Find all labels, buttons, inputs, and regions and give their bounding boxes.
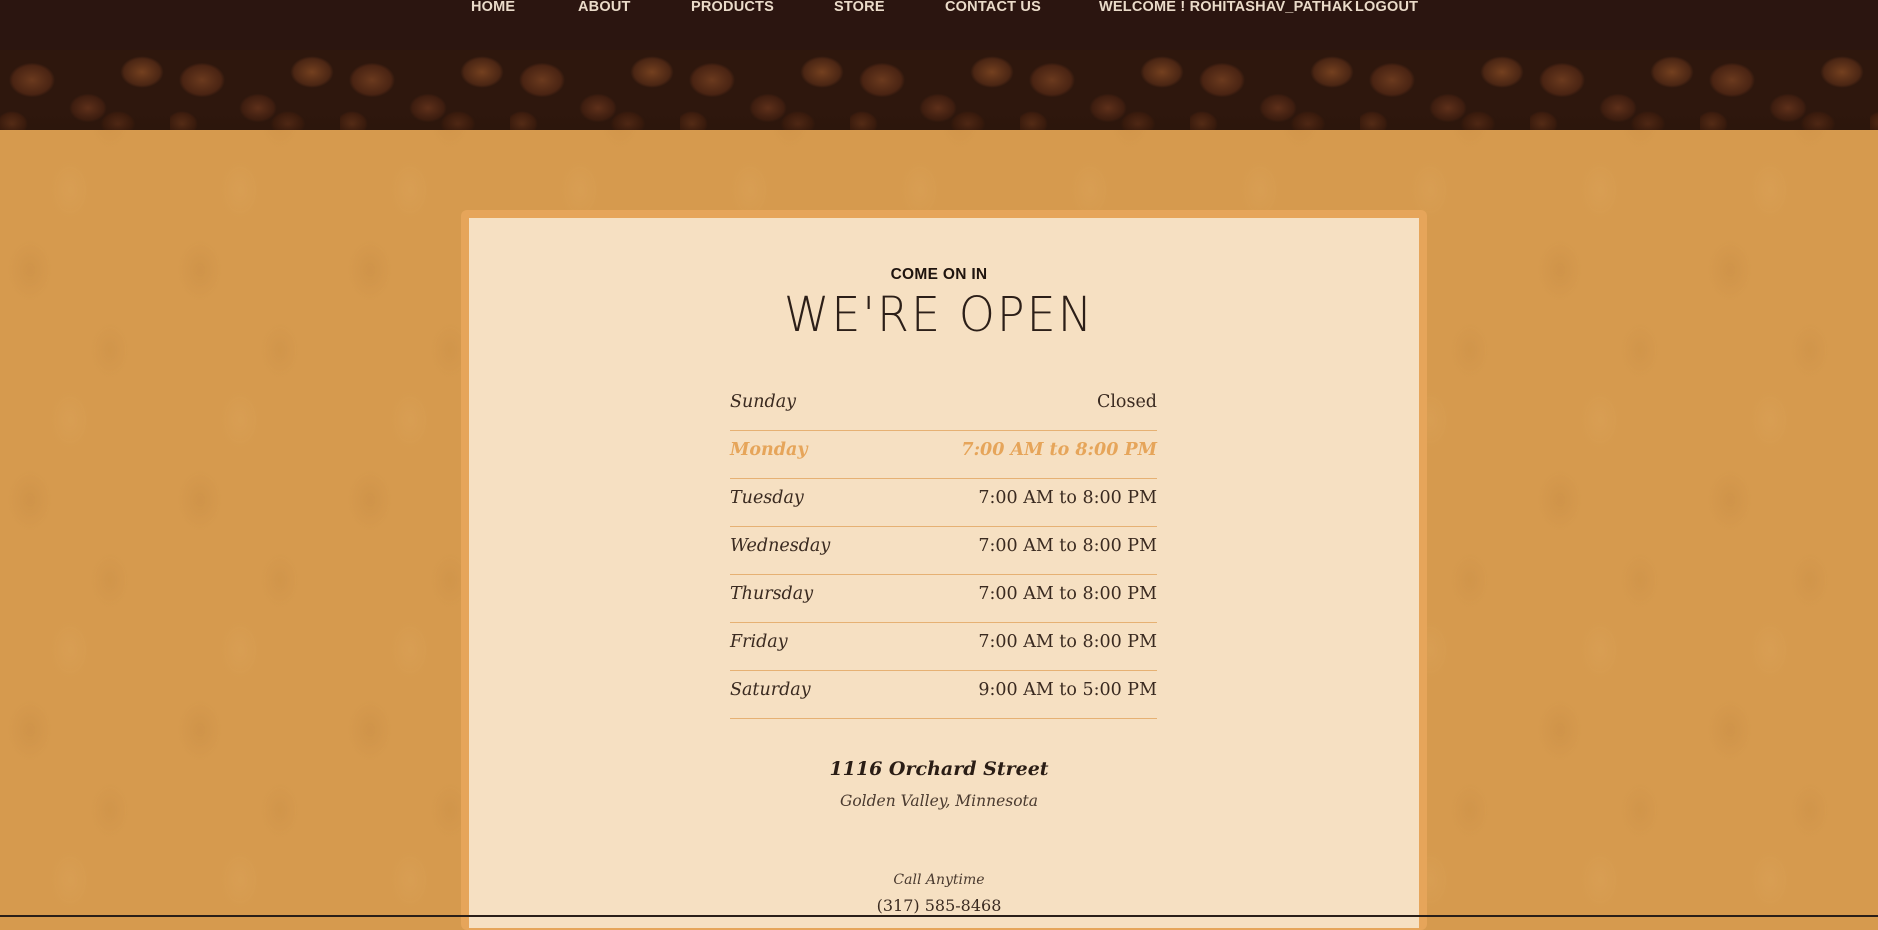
hours-row-saturday: Saturday 9:00 AM to 5:00 PM xyxy=(730,671,1157,719)
hours-day: Sunday xyxy=(730,392,797,412)
hours-time: 7:00 AM to 8:00 PM xyxy=(961,440,1157,460)
hours-time: 7:00 AM to 8:00 PM xyxy=(978,584,1157,604)
hours-row-tuesday: Tuesday 7:00 AM to 8:00 PM xyxy=(730,479,1157,527)
hours-time: 9:00 AM to 5:00 PM xyxy=(978,680,1157,700)
hours-time: 7:00 AM to 8:00 PM xyxy=(978,536,1157,556)
hours-day: Friday xyxy=(730,632,788,652)
address-city: Golden Valley, Minnesota xyxy=(839,792,1039,810)
hours-day: Tuesday xyxy=(730,488,804,508)
call-anytime-label: Call Anytime xyxy=(893,872,985,888)
nav-home-link[interactable]: HOME xyxy=(471,0,515,14)
nav-products-link[interactable]: PRODUCTS xyxy=(691,0,774,14)
section-headline: WE'RE OPEN xyxy=(783,285,1095,343)
nav-links: HOME ABOUT PRODUCTS STORE CONTACT US WEL… xyxy=(0,0,1878,14)
hours-row-friday: Friday 7:00 AM to 8:00 PM xyxy=(730,623,1157,671)
hours-day: Wednesday xyxy=(730,536,831,556)
nav-store-link[interactable]: STORE xyxy=(834,0,885,14)
top-nav: HOME ABOUT PRODUCTS STORE CONTACT US WEL… xyxy=(0,0,1878,50)
hours-row-thursday: Thursday 7:00 AM to 8:00 PM xyxy=(730,575,1157,623)
address-street: 1116 Orchard Street xyxy=(829,758,1049,780)
hours-time: 7:00 AM to 8:00 PM xyxy=(978,488,1157,508)
nav-contact-us-link[interactable]: CONTACT US xyxy=(945,0,1041,14)
hours-day: Thursday xyxy=(730,584,814,604)
opening-hours-list: Sunday Closed Monday 7:00 AM to 8:00 PM … xyxy=(730,383,1157,719)
logout-link[interactable]: LOGOUT xyxy=(1355,0,1418,14)
hours-row-sunday: Sunday Closed xyxy=(730,383,1157,431)
hours-day: Monday xyxy=(730,440,808,460)
coffee-beans-banner xyxy=(0,50,1878,130)
phone-number-link[interactable]: (317) 585-8468 xyxy=(0,896,1878,915)
hours-time: 7:00 AM to 8:00 PM xyxy=(978,632,1157,652)
hours-row-monday: Monday 7:00 AM to 8:00 PM xyxy=(730,431,1157,479)
hours-day: Saturday xyxy=(730,680,811,700)
welcome-user-text: WELCOME ! ROHITASHAV_PATHAK xyxy=(1099,0,1354,15)
hours-time: Closed xyxy=(1096,392,1157,412)
hours-row-wednesday: Wednesday 7:00 AM to 8:00 PM xyxy=(730,527,1157,575)
section-eyebrow: COME ON IN xyxy=(890,266,988,283)
nav-about-link[interactable]: ABOUT xyxy=(578,0,631,14)
